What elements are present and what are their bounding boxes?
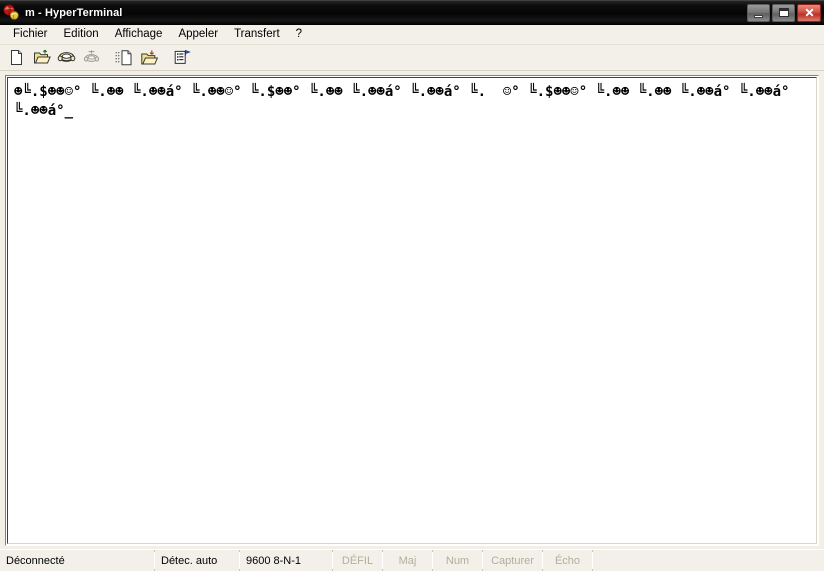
status-detection: Détec. auto [155,550,240,571]
send-file-button[interactable] [112,46,137,69]
call-button[interactable] [54,46,79,69]
terminal-screen[interactable]: ☻╚.$☻☻☺° ╚.☻☻ ╚.☻☻á° ╚.☻☻☺° ╚.$☻☻° ╚.☻☻ … [7,77,817,544]
close-button[interactable] [797,3,821,22]
menu-item-appeler[interactable]: Appeler [170,26,226,43]
menu-item-transfert[interactable]: Transfert [226,26,288,43]
properties-button[interactable] [170,46,195,69]
send-file-icon [115,50,132,66]
menu-item-fichier[interactable]: Fichier [5,26,56,43]
open-connection-button[interactable] [29,46,54,69]
status-indicator-defil: DÉFIL [333,550,383,571]
menu-item-edition[interactable]: Edition [56,26,107,43]
receive-file-button[interactable] [137,46,162,69]
toolbar-separator-2 [162,47,170,69]
status-indicator-num: Num [433,550,483,571]
window-controls [747,3,822,22]
status-indicator-capturer: Capturer [483,550,543,571]
menu-bar: Fichier Edition Affichage Appeler Transf… [0,25,824,45]
minimize-button[interactable] [747,3,770,22]
properties-icon [174,49,191,64]
maximize-button[interactable] [772,3,795,22]
terminal-cursor: _ [64,103,74,119]
hyperterminal-window: m - HyperTerminal Fichier Edition Affich… [0,0,824,571]
status-connection: Déconnecté [0,550,155,571]
window-title: m - HyperTerminal [25,6,123,19]
status-indicator-echo: Écho [543,550,593,571]
status-indicator-maj: Maj [383,550,433,571]
new-connection-button[interactable] [4,46,29,69]
toolbar-separator [104,47,112,69]
new-document-icon [11,50,22,65]
title-bar[interactable]: m - HyperTerminal [0,0,824,25]
toolbar [0,45,824,71]
disconnect-button[interactable] [79,46,104,69]
resize-grip[interactable] [810,550,824,571]
status-line-settings: 9600 8-N-1 [240,550,333,571]
minimize-icon [754,14,763,18]
receive-file-icon [141,50,159,65]
menu-item-affichage[interactable]: Affichage [107,26,171,43]
phone-icon [57,52,76,62]
open-folder-icon [33,49,51,64]
terminal-output: ☻╚.$☻☻☺° ╚.☻☻ ╚.☻☻á° ╚.☻☻☺° ╚.$☻☻° ╚.☻☻ … [14,83,812,121]
menu-item-help[interactable]: ? [288,26,310,43]
terminal-output-text: ☻╚.$☻☻☺° ╚.☻☻ ╚.☻☻á° ╚.☻☻☺° ╚.$☻☻° ╚.☻☻ … [14,84,798,119]
hyperterminal-globe-icon[interactable] [3,4,20,21]
terminal-area: ☻╚.$☻☻☺° ╚.☻☻ ╚.☻☻á° ╚.☻☻☺° ╚.$☻☻° ╚.☻☻ … [0,71,824,549]
maximize-icon [778,8,789,17]
terminal-bevel-outer: ☻╚.$☻☻☺° ╚.☻☻ ╚.☻☻á° ╚.☻☻☺° ╚.$☻☻° ╚.☻☻ … [5,75,819,546]
status-bar: Déconnecté Détec. auto 9600 8-N-1 DÉFIL … [0,549,824,571]
status-filler [593,550,810,571]
close-icon [805,8,813,17]
phone-hangup-icon [83,50,100,62]
